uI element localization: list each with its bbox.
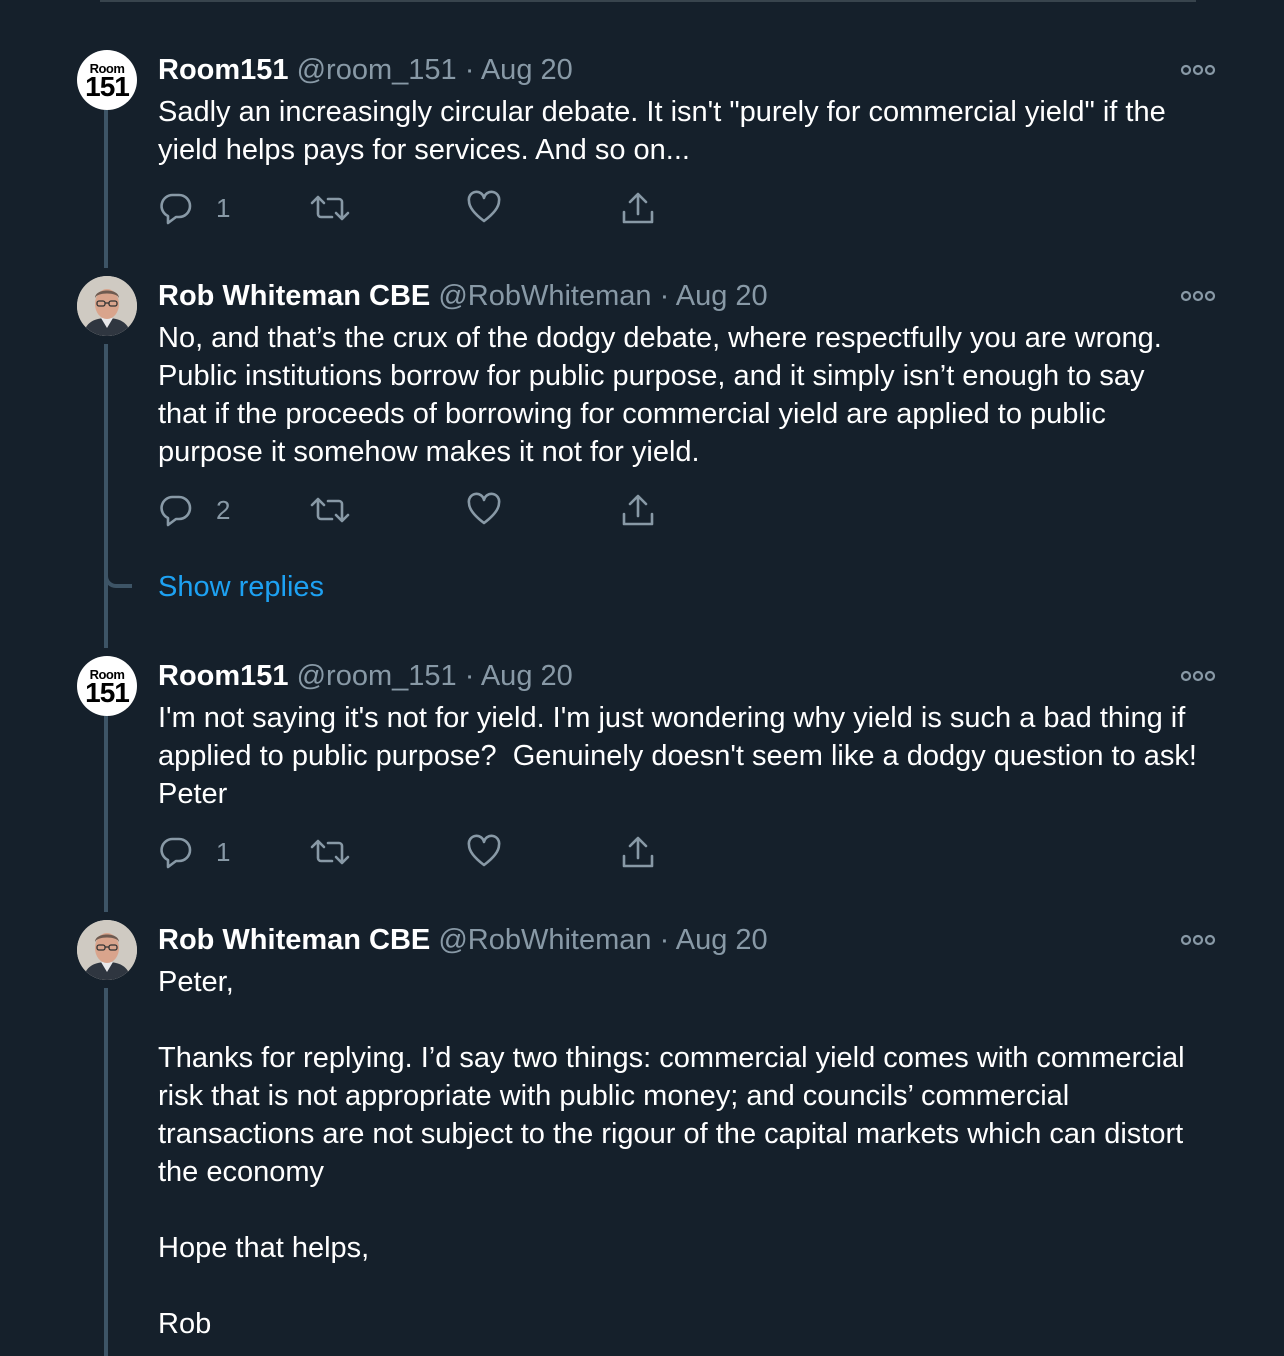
tweet-text: I'm not saying it's not for yield. I'm j… xyxy=(158,702,1205,810)
tweet-actions: 1 xyxy=(158,832,718,872)
retweet-icon xyxy=(310,492,350,528)
thread-line xyxy=(104,344,108,648)
reply-icon xyxy=(158,834,194,870)
share-button[interactable] xyxy=(620,188,656,228)
tweet-header: Room151 @room_151 · Aug 20 xyxy=(158,53,573,87)
like-button[interactable] xyxy=(466,490,502,530)
share-icon xyxy=(620,492,656,528)
avatar-rob-whiteman[interactable] xyxy=(77,920,137,980)
tweet-date[interactable]: Aug 20 xyxy=(481,54,573,86)
avatar-room151[interactable]: Room 151 xyxy=(77,656,137,716)
tweet-text: Sadly an increasingly circular debate. I… xyxy=(158,96,1174,166)
avatar-room151[interactable]: Room 151 xyxy=(77,50,137,110)
more-icon[interactable] xyxy=(1180,62,1216,78)
like-icon xyxy=(466,492,502,528)
avatar-logo-text-big: 151 xyxy=(85,677,130,708)
author-name[interactable]: Rob Whiteman CBE xyxy=(158,280,430,312)
reply-count: 2 xyxy=(216,494,231,525)
tweet-actions: 2 xyxy=(158,490,718,530)
author-handle[interactable]: @RobWhiteman xyxy=(438,280,651,312)
retweet-icon xyxy=(310,834,350,870)
show-replies-connector xyxy=(104,568,132,588)
tweet-text: No, and that’s the crux of the dodgy deb… xyxy=(158,322,1170,468)
tweet-actions: 1 xyxy=(158,188,718,228)
reply-button[interactable]: 2 xyxy=(158,490,230,530)
avatar-logo-text-big: 151 xyxy=(85,71,130,102)
reply-button[interactable]: 1 xyxy=(158,832,230,872)
reply-button[interactable]: 1 xyxy=(158,188,230,228)
tweet-date[interactable]: Aug 20 xyxy=(481,660,573,692)
separator-dot: · xyxy=(659,924,670,956)
like-button[interactable] xyxy=(466,188,502,228)
reply-count: 1 xyxy=(216,836,231,867)
more-icon[interactable] xyxy=(1180,668,1216,684)
author-handle[interactable]: @RobWhiteman xyxy=(438,924,651,956)
thread-line xyxy=(104,110,108,268)
author-name[interactable]: Room151 xyxy=(158,660,289,692)
reply-count: 1 xyxy=(216,192,231,223)
tweet-date[interactable]: Aug 20 xyxy=(676,280,768,312)
share-icon xyxy=(620,834,656,870)
author-name[interactable]: Rob Whiteman CBE xyxy=(158,924,430,956)
tweet-date[interactable]: Aug 20 xyxy=(676,924,768,956)
like-button[interactable] xyxy=(466,832,502,872)
more-icon[interactable] xyxy=(1180,288,1216,304)
avatar-rob-whiteman[interactable] xyxy=(77,276,137,336)
top-divider xyxy=(100,0,1196,2)
reply-icon xyxy=(158,492,194,528)
more-icon[interactable] xyxy=(1180,932,1216,948)
share-button[interactable] xyxy=(620,832,656,872)
profile-photo xyxy=(77,276,137,336)
retweet-button[interactable] xyxy=(310,832,350,872)
share-icon xyxy=(620,190,656,226)
separator-dot: · xyxy=(464,54,475,86)
author-handle[interactable]: @room_151 xyxy=(297,660,457,692)
share-button[interactable] xyxy=(620,490,656,530)
retweet-button[interactable] xyxy=(310,188,350,228)
like-icon xyxy=(466,190,502,226)
tweet-header: Room151 @room_151 · Aug 20 xyxy=(158,659,573,693)
separator-dot: · xyxy=(464,660,475,692)
retweet-button[interactable] xyxy=(310,490,350,530)
profile-photo xyxy=(77,920,137,980)
tweet-header: Rob Whiteman CBE @RobWhiteman · Aug 20 xyxy=(158,279,768,313)
show-replies-link[interactable]: Show replies xyxy=(158,571,324,604)
reply-icon xyxy=(158,190,194,226)
thread-line xyxy=(104,988,108,1356)
tweet-header: Rob Whiteman CBE @RobWhiteman · Aug 20 xyxy=(158,923,768,957)
author-handle[interactable]: @room_151 xyxy=(297,54,457,86)
tweet-text: Peter, Thanks for replying. I’d say two … xyxy=(158,966,1185,1340)
separator-dot: · xyxy=(659,280,670,312)
author-name[interactable]: Room151 xyxy=(158,54,289,86)
retweet-icon xyxy=(310,190,350,226)
thread-line xyxy=(104,716,108,912)
like-icon xyxy=(466,834,502,870)
